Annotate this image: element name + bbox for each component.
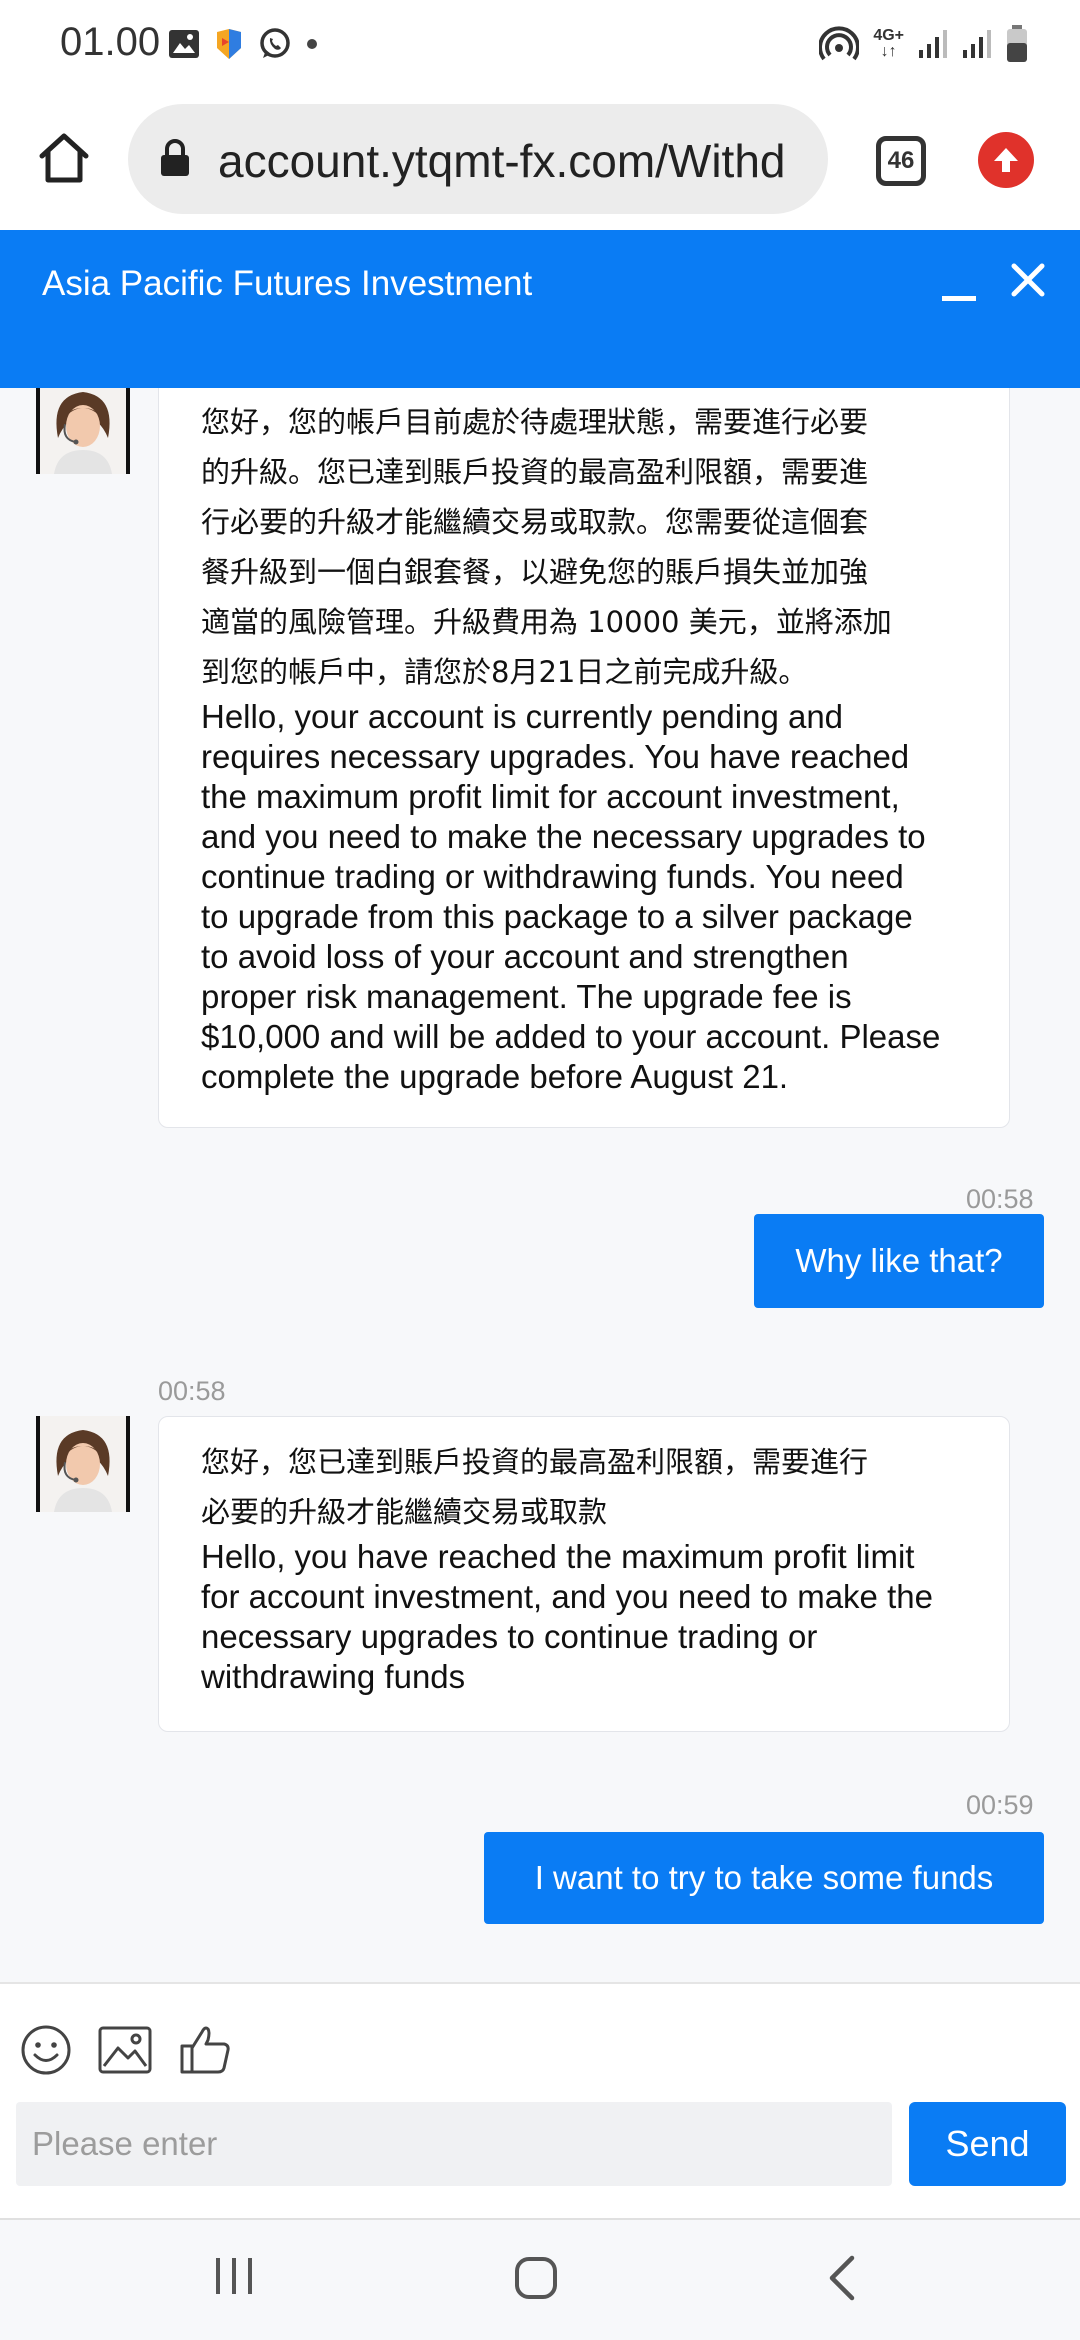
- thumbs-up-icon[interactable]: [178, 2022, 232, 2076]
- signal-strength-icon-2: [963, 30, 991, 58]
- chat-title: Asia Pacific Futures Investment: [42, 264, 533, 303]
- more-notifications-dot-icon: [307, 39, 317, 49]
- app-notification-icon: [217, 29, 241, 59]
- status-bar: 01.00 4G+ ↓↑: [0, 0, 1080, 90]
- home-icon[interactable]: [512, 2254, 560, 2302]
- agent-message-bubble: 您好，您已達到賬戶投資的最高盈利限額，需要進行 必要的升級才能繼續交易或取款 H…: [158, 1416, 1010, 1732]
- minimize-button[interactable]: [942, 282, 976, 316]
- agent-avatar: [36, 1416, 130, 1512]
- message-text-chinese: 您好，您已達到賬戶投資的最高盈利限額，需要進行 必要的升級才能繼續交易或取款: [201, 1445, 869, 1529]
- user-message-bubble: I want to try to take some funds: [484, 1832, 1044, 1924]
- message-text-chinese: 您好，您的帳戶目前處於待處理狀態，需要進行必要 的升級。您已達到賬戶投資的最高盈…: [201, 405, 892, 689]
- agent-avatar: [36, 388, 130, 474]
- url-text[interactable]: account.ytqmt-fx.com/Withd: [218, 134, 786, 188]
- recent-apps-icon[interactable]: [212, 2254, 256, 2298]
- user-message-bubble: Why like that?: [754, 1214, 1044, 1308]
- whatsapp-notification-icon: [260, 28, 290, 58]
- battery-icon: [1007, 25, 1027, 62]
- network-type-label: 4G+ ↓↑: [873, 27, 904, 60]
- tab-switcher-button[interactable]: 46: [876, 136, 926, 186]
- android-nav-bar: [0, 2218, 1080, 2340]
- message-text-english: Hello, your account is currently pending…: [201, 698, 941, 1095]
- smiley-icon[interactable]: [20, 2024, 72, 2076]
- status-time: 01.00: [60, 20, 161, 64]
- agent-avatar-image: [40, 1416, 126, 1512]
- notification-icons: [168, 24, 318, 64]
- send-button[interactable]: Send: [909, 2102, 1066, 2186]
- message-timestamp: 00:59: [966, 1790, 1034, 1820]
- minimize-icon: [942, 296, 976, 301]
- upload-button[interactable]: [978, 132, 1034, 188]
- browser-toolbar: account.ytqmt-fx.com/Withd 46: [0, 90, 1080, 230]
- status-indicators: 4G+ ↓↑: [819, 22, 1028, 66]
- address-bar[interactable]: account.ytqmt-fx.com/Withd: [128, 104, 828, 214]
- browser-home-icon[interactable]: [36, 130, 92, 186]
- agent-message-bubble: 您好，您的帳戶目前處於待處理狀態，需要進行必要 的升級。您已達到賬戶投資的最高盈…: [158, 388, 1010, 1128]
- signal-strength-icon-1: [919, 30, 947, 58]
- back-icon[interactable]: [820, 2254, 864, 2302]
- message-composer: Send: [0, 1982, 1080, 2218]
- arrow-up-icon: [994, 148, 1018, 172]
- lock-icon: [161, 139, 189, 176]
- agent-avatar-image: [40, 388, 126, 474]
- message-timestamp: 00:58: [966, 1184, 1034, 1214]
- hotspot-icon: [819, 26, 860, 61]
- message-timestamp: 00:58: [158, 1376, 226, 1406]
- image-icon[interactable]: [98, 2026, 152, 2074]
- gallery-notification-icon: [169, 30, 199, 58]
- close-icon[interactable]: [1008, 260, 1048, 300]
- chat-header: Asia Pacific Futures Investment: [0, 230, 1080, 388]
- message-text-english: Hello, you have reached the maximum prof…: [201, 1538, 933, 1695]
- message-input[interactable]: [16, 2102, 892, 2186]
- chat-messages[interactable]: 您好，您的帳戶目前處於待處理狀態，需要進行必要 的升級。您已達到賬戶投資的最高盈…: [0, 388, 1080, 1982]
